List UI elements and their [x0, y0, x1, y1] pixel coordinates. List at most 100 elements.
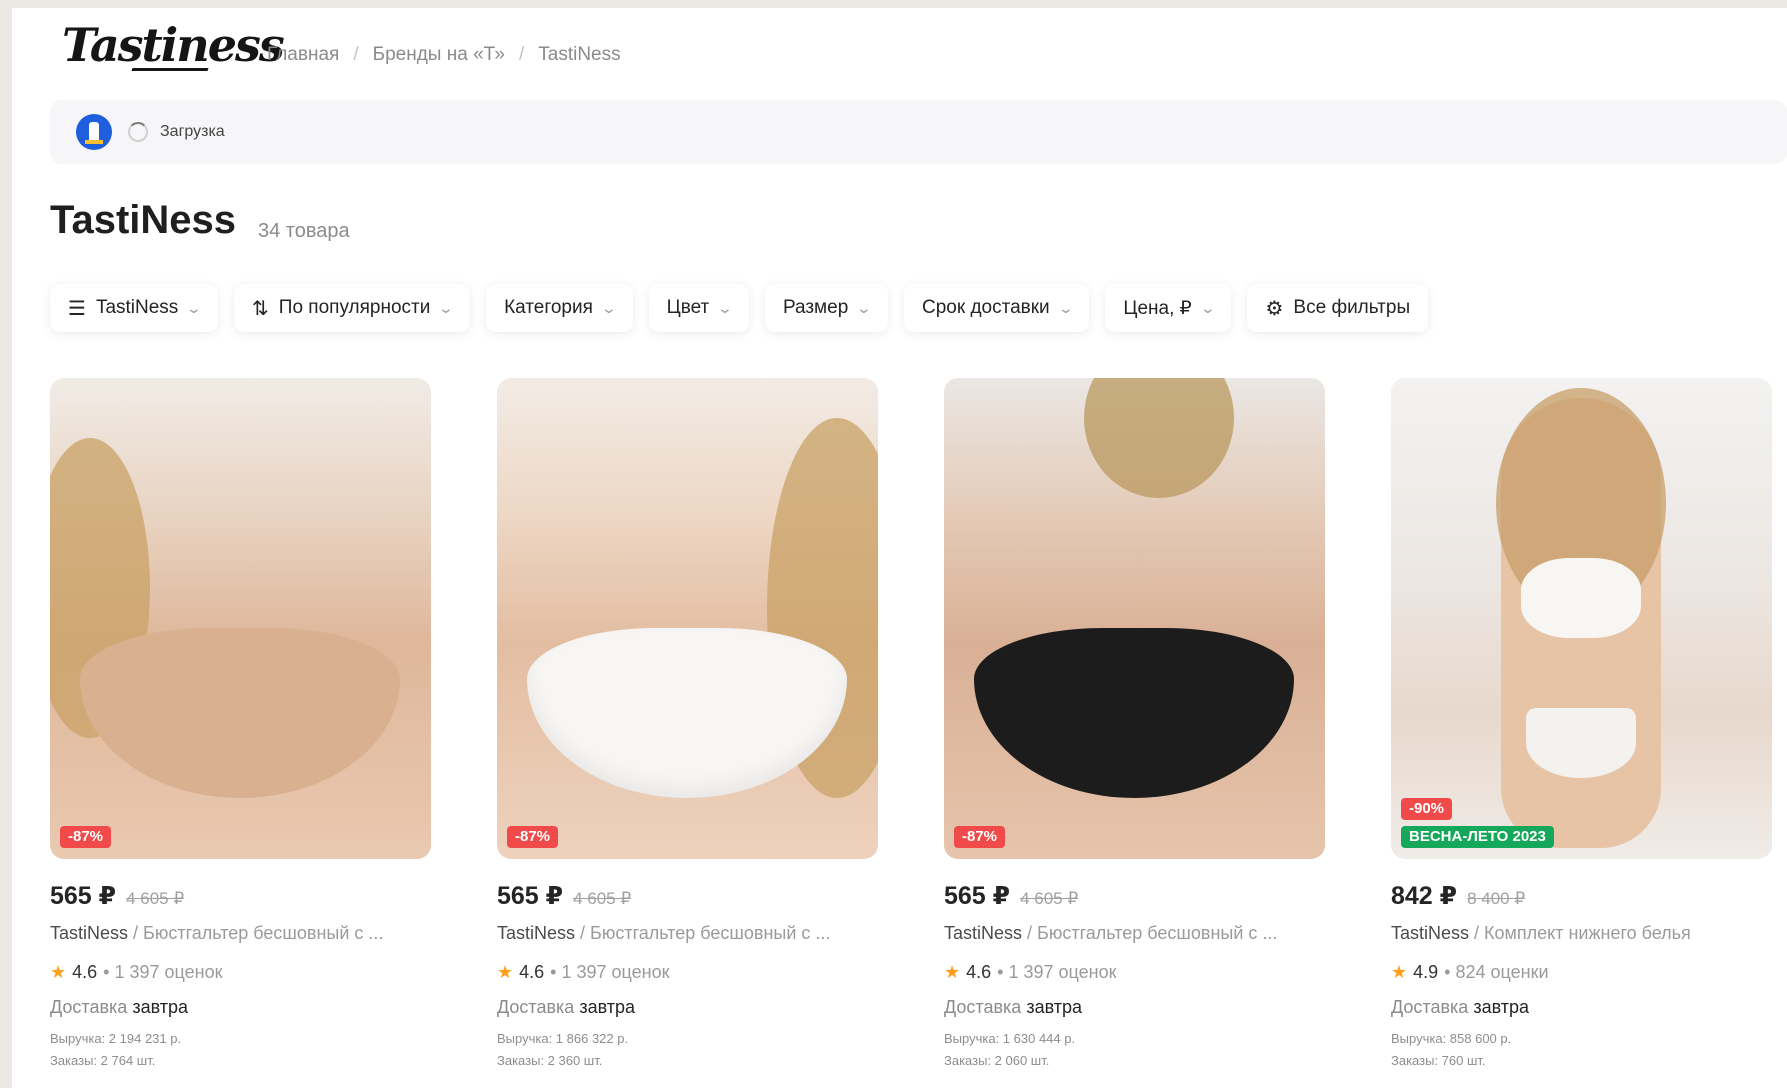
- review-count[interactable]: • 1 397 оценок: [103, 962, 222, 983]
- season-badge: ВЕСНА-ЛЕТО 2023: [1401, 826, 1554, 848]
- chevron-down-icon: ⌄: [1057, 299, 1074, 316]
- breadcrumb-home[interactable]: Главная: [267, 44, 339, 66]
- product-card[interactable]: -90% ВЕСНА-ЛЕТО 2023 842 ₽ 8 400 ₽ Tasti…: [1391, 378, 1772, 1072]
- delivery-label: Доставка: [50, 997, 128, 1017]
- star-icon: ★: [944, 962, 961, 982]
- extension-loading-bar: Загрузка: [50, 100, 1787, 164]
- breadcrumb-brands-t[interactable]: Бренды на «Т»: [373, 44, 505, 66]
- filter-label: Цвет: [666, 297, 710, 318]
- review-count[interactable]: • 1 397 оценок: [997, 962, 1116, 983]
- price-row: 565 ₽ 4 605 ₽: [50, 881, 431, 911]
- revenue: Выручка: 2 194 231 р.: [50, 1031, 182, 1046]
- price: 565 ₽: [944, 882, 1011, 910]
- rating: ★ 4.6 • 1 397 оценок: [50, 962, 431, 983]
- product-name[interactable]: TastiNess / Комплект нижнего белья: [1391, 923, 1772, 944]
- chevron-down-icon: ⌄: [855, 299, 873, 316]
- sales-stats: Выручка: 1 630 444 р. Заказы: 2 060 шт.: [944, 1028, 1325, 1072]
- price: 565 ₽: [497, 882, 564, 910]
- chevron-down-icon: ⌄: [600, 299, 617, 316]
- product-name[interactable]: TastiNess / Бюстгальтер бесшовный с ...: [50, 923, 431, 944]
- filter-label: Все фильтры: [1293, 297, 1411, 318]
- product-card[interactable]: -87% 565 ₽ 4 605 ₽ TastiNess / Бюстгальт…: [497, 378, 878, 1072]
- product-image[interactable]: -87%: [50, 378, 431, 859]
- orders: Заказы: 2 764 шт.: [50, 1053, 156, 1068]
- rating: ★ 4.9 • 824 оценки: [1391, 962, 1772, 983]
- product-image[interactable]: -87%: [497, 378, 878, 859]
- filter-label: Категория: [504, 297, 593, 318]
- sales-stats: Выручка: 1 866 322 р. Заказы: 2 360 шт.: [497, 1028, 878, 1072]
- price: 565 ₽: [50, 882, 117, 910]
- rating-score: 4.6: [519, 962, 545, 982]
- loading-spinner-icon: [128, 122, 148, 142]
- delivery-value: завтра: [1473, 997, 1530, 1017]
- filter-label: По популярности: [278, 297, 431, 318]
- filter-label: Размер: [782, 297, 849, 318]
- delivery: Доставка завтра: [1391, 997, 1772, 1018]
- sales-stats: Выручка: 858 600 р. Заказы: 760 шт.: [1391, 1028, 1772, 1072]
- logo-underline: [131, 68, 209, 71]
- product-name[interactable]: TastiNess / Бюстгальтер бесшовный с ...: [497, 923, 878, 944]
- product-name[interactable]: TastiNess / Бюстгальтер бесшовный с ...: [944, 923, 1325, 944]
- filter-label: Срок доставки: [922, 297, 1050, 318]
- filter-category[interactable]: Категория ⌄: [486, 284, 633, 332]
- product-title: / Комплект нижнего белья: [1469, 923, 1691, 943]
- discount-badge: -87%: [507, 826, 559, 848]
- delivery: Доставка завтра: [50, 997, 431, 1018]
- product-title: / Бюстгальтер бесшовный с ...: [575, 923, 831, 943]
- delivery-label: Доставка: [497, 997, 575, 1017]
- filter-delivery-time[interactable]: Срок доставки ⌄: [904, 284, 1090, 332]
- revenue: Выручка: 858 600 р.: [1391, 1031, 1512, 1046]
- filter-size[interactable]: Размер ⌄: [764, 284, 888, 332]
- discount-badge: -90%: [1401, 798, 1453, 820]
- review-count[interactable]: • 1 397 оценок: [550, 962, 669, 983]
- rating-score: 4.6: [72, 962, 98, 982]
- old-price: 4 605 ₽: [126, 889, 185, 908]
- filter-bar: ☰ TastiNess ⌄ ⇅ По популярности ⌄ Катего…: [50, 284, 1429, 332]
- product-card[interactable]: -87% 565 ₽ 4 605 ₽ TastiNess / Бюстгальт…: [50, 378, 431, 1072]
- star-icon: ★: [50, 962, 67, 982]
- breadcrumb-separator: /: [518, 44, 525, 65]
- product-image[interactable]: -87%: [944, 378, 1325, 859]
- filter-label: Цена, ₽: [1123, 297, 1192, 319]
- discount-badge: -87%: [60, 826, 112, 848]
- orders: Заказы: 2 060 шт.: [944, 1053, 1050, 1068]
- delivery-value: завтра: [132, 997, 189, 1017]
- product-brand: TastiNess: [50, 923, 129, 943]
- star-icon: ★: [1391, 962, 1408, 982]
- page: Tastiness Главная / Бренды на «Т» / Tast…: [12, 8, 1787, 1088]
- orders: Заказы: 760 шт.: [1391, 1053, 1486, 1068]
- delivery: Доставка завтра: [944, 997, 1325, 1018]
- review-count[interactable]: • 824 оценки: [1444, 962, 1548, 983]
- discount-badge: -87%: [954, 826, 1006, 848]
- page-title: TastiNess: [50, 198, 237, 242]
- product-card[interactable]: -87% 565 ₽ 4 605 ₽ TastiNess / Бюстгальт…: [944, 378, 1325, 1072]
- menu-icon: ☰: [68, 297, 86, 320]
- price-row: 565 ₽ 4 605 ₽: [497, 881, 878, 911]
- bra-shape: [974, 628, 1294, 798]
- filter-brand[interactable]: ☰ TastiNess ⌄: [50, 284, 219, 332]
- product-brand: TastiNess: [497, 923, 576, 943]
- product-brand: TastiNess: [1391, 923, 1470, 943]
- price-row: 842 ₽ 8 400 ₽: [1391, 881, 1772, 911]
- bra-shape: [527, 628, 847, 798]
- lingerie-bottom-shape: [1526, 708, 1636, 778]
- product-count: 34 товара: [258, 220, 350, 242]
- breadcrumb-current: TastiNess: [538, 44, 621, 65]
- filter-sort[interactable]: ⇅ По популярности ⌄: [234, 284, 471, 332]
- breadcrumb-separator: /: [353, 44, 359, 65]
- chevron-down-icon: ⌄: [185, 299, 203, 316]
- filter-all[interactable]: ⚙ Все фильтры: [1247, 284, 1429, 332]
- hair-shape: [1084, 378, 1234, 498]
- rating: ★ 4.6 • 1 397 оценок: [497, 962, 878, 983]
- filter-price[interactable]: Цена, ₽ ⌄: [1105, 284, 1232, 332]
- lighthouse-icon[interactable]: [76, 114, 112, 150]
- chevron-down-icon: ⌄: [1199, 299, 1216, 316]
- rating-score: 4.9: [1413, 962, 1439, 982]
- filter-color[interactable]: Цвет ⌄: [648, 284, 749, 332]
- product-image[interactable]: -90% ВЕСНА-ЛЕТО 2023: [1391, 378, 1772, 859]
- lingerie-top-shape: [1521, 558, 1641, 638]
- star-icon: ★: [497, 962, 514, 982]
- brand-logo[interactable]: Tastiness: [62, 14, 285, 76]
- old-price: 4 605 ₽: [573, 889, 632, 908]
- old-price: 8 400 ₽: [1467, 889, 1526, 908]
